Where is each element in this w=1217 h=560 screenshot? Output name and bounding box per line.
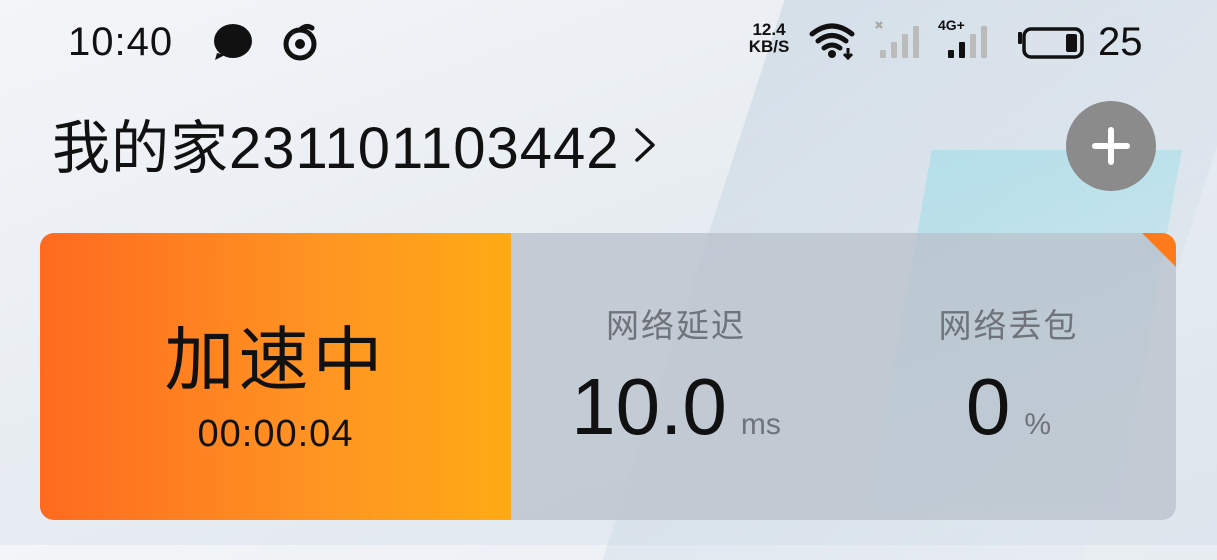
home-title-selector[interactable]: 我的家231101103442 <box>52 108 657 181</box>
packet-loss-value: 0 <box>965 362 1011 451</box>
status-time: 10:40 <box>68 20 174 64</box>
chevron-right-icon <box>635 128 656 162</box>
acceleration-status: 加速中 <box>164 320 387 399</box>
latency-label: 网络延迟 <box>606 307 746 344</box>
network-speed-value: 12.4 <box>752 20 786 39</box>
acceleration-toggle[interactable]: 加速中 00:00:04 <box>40 233 511 520</box>
chat-bubble-icon <box>214 24 252 60</box>
corner-marker <box>1142 233 1176 267</box>
latency-stat: 网络延迟 10.0 ms <box>511 233 841 520</box>
signal-sim2-tag: 4G+ <box>938 17 965 33</box>
network-speed: 12.4 KB/S <box>744 21 794 55</box>
packet-loss-label: 网络丢包 <box>938 307 1079 344</box>
wifi-icon <box>809 23 855 60</box>
add-button[interactable] <box>1066 101 1156 191</box>
latency-unit: ms <box>740 408 781 441</box>
acceleration-card: 加速中 00:00:04 网络延迟 10.0 ms 网络丢包 0 % <box>40 233 1176 520</box>
packet-loss-stat: 网络丢包 0 % <box>841 233 1176 520</box>
signal-sim1-icon <box>875 21 919 58</box>
acceleration-timer: 00:00:04 <box>197 412 354 455</box>
page-title: 我的家231101103442 <box>52 116 620 181</box>
network-speed-unit: KB/S <box>748 37 790 56</box>
plus-icon <box>1092 127 1130 165</box>
packet-loss-unit: % <box>1024 408 1052 441</box>
status-bar: 10:40 12.4 KB/S 4G+ 25 <box>0 0 1217 84</box>
swirl-app-icon <box>283 23 317 61</box>
battery-level: 25 <box>1098 20 1143 64</box>
latency-value: 10.0 <box>571 362 727 451</box>
battery-icon <box>1018 27 1084 59</box>
